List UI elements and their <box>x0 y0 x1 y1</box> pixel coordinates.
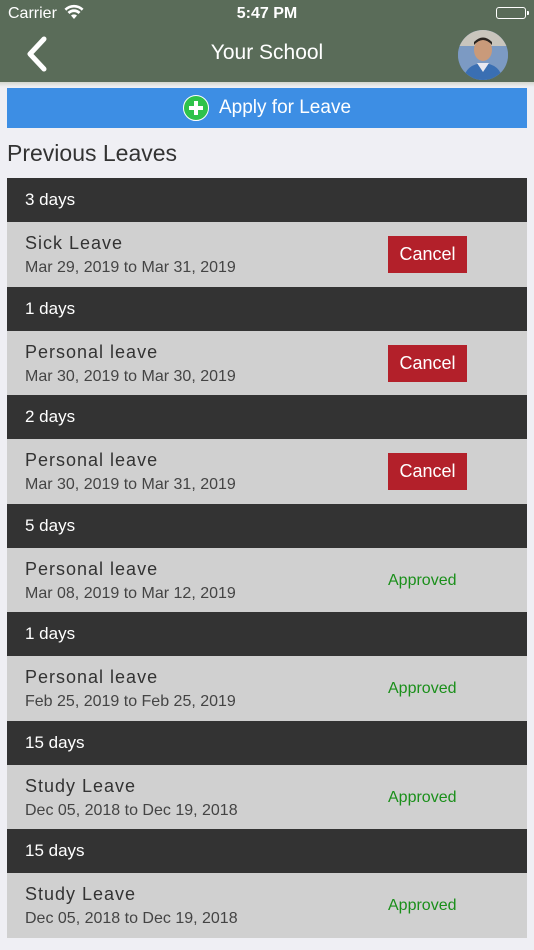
leave-dates: Mar 29, 2019 to Mar 31, 2019 <box>25 259 236 276</box>
leave-days-header: 1 days <box>7 612 527 656</box>
leave-days-header: 2 days <box>7 395 527 439</box>
leave-list: 3 days Sick Leave Mar 29, 2019 to Mar 31… <box>7 178 527 938</box>
days-label: 1 days <box>25 298 76 318</box>
leave-item: Study Leave Dec 05, 2018 to Dec 19, 2018… <box>7 764 527 829</box>
leave-item: Study Leave Dec 05, 2018 to Dec 19, 2018… <box>7 873 527 938</box>
leave-days-header: 15 days <box>7 720 527 765</box>
approved-status: Approved <box>388 571 457 589</box>
nav-divider <box>0 82 534 87</box>
leave-days-header: 15 days <box>7 829 527 873</box>
approved-status: Approved <box>388 680 457 697</box>
days-label: 1 days <box>25 624 76 643</box>
leave-item: Personal leave Mar 30, 2019 to Mar 31, 2… <box>7 439 527 504</box>
apply-for-leave-button[interactable]: Apply for Leave <box>7 88 527 128</box>
leave-dates: Feb 25, 2019 to Feb 25, 2019 <box>25 693 236 710</box>
leave-dates: Dec 05, 2018 to Dec 19, 2018 <box>25 801 238 819</box>
days-label: 5 days <box>25 515 76 535</box>
leave-dates: Dec 05, 2018 to Dec 19, 2018 <box>25 910 238 927</box>
leave-days-header: 1 days <box>7 286 527 331</box>
approved-status: Approved <box>388 788 457 806</box>
leave-item: Personal leave Mar 30, 2019 to Mar 30, 2… <box>7 330 527 395</box>
leave-days-header: 3 days <box>7 178 527 222</box>
leave-dates: Mar 08, 2019 to Mar 12, 2019 <box>25 584 236 602</box>
user-avatar[interactable] <box>458 30 508 80</box>
days-label: 15 days <box>25 841 85 860</box>
leave-days-header: 5 days <box>7 503 527 548</box>
status-time: 5:47 PM <box>236 5 298 22</box>
approved-status: Approved <box>388 897 457 914</box>
plus-circle-icon <box>182 95 209 121</box>
apply-button-label: Apply for Leave <box>218 97 352 118</box>
avatar-image <box>458 30 508 80</box>
days-label: 15 days <box>25 732 85 752</box>
cancel-button[interactable]: Cancel <box>388 236 467 273</box>
cancel-button[interactable]: Cancel <box>388 344 467 382</box>
leave-dates: Mar 30, 2019 to Mar 30, 2019 <box>25 367 236 385</box>
cancel-button[interactable]: Cancel <box>388 453 467 490</box>
leave-type: Study Leave <box>25 884 137 904</box>
leave-item: Sick Leave Mar 29, 2019 to Mar 31, 2019 … <box>7 222 527 287</box>
leave-type: Personal leave <box>25 667 159 687</box>
leave-item: Personal leave Feb 25, 2019 to Feb 25, 2… <box>7 656 527 721</box>
leave-item: Personal leave Mar 08, 2019 to Mar 12, 2… <box>7 547 527 612</box>
leave-type: Personal leave <box>25 558 159 579</box>
navigation-bar: Your School <box>0 28 534 82</box>
leave-type: Sick Leave <box>25 233 124 253</box>
leave-type: Study Leave <box>25 775 137 796</box>
leave-dates: Mar 30, 2019 to Mar 31, 2019 <box>25 476 236 493</box>
days-label: 2 days <box>25 407 76 426</box>
battery-icon <box>496 7 529 19</box>
section-title: Previous Leaves <box>7 140 178 166</box>
leave-type: Personal leave <box>25 341 159 362</box>
days-label: 3 days <box>25 190 76 209</box>
page-title: Your School <box>210 41 324 64</box>
status-bar: Carrier 5:47 PM <box>0 0 534 28</box>
leave-type: Personal leave <box>25 450 159 470</box>
